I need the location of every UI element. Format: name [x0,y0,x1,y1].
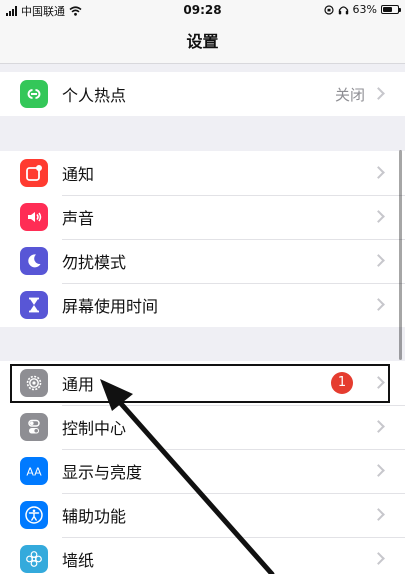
settings-row-label: 个人热点 [62,86,127,105]
chevron-right-icon [372,508,385,521]
settings-row-accessibility[interactable]: 辅助功能 [0,493,405,537]
settings-row-sounds[interactable]: 声音 [0,195,405,239]
chevron-right-icon [372,254,385,267]
settings-row-label: 辅助功能 [62,507,127,526]
chevron-right-icon [372,166,385,179]
chevron-right-icon [372,464,385,477]
settings-group-device: 通用 1 控制中心 AA 显示与亮度 辅助功能 墙纸 [0,361,405,581]
settings-group-network: 个人热点 关闭 [0,72,405,116]
hourglass-icon [20,291,48,319]
settings-row-label: 屏幕使用时间 [62,297,159,316]
settings-row-hotspot[interactable]: 个人热点 关闭 [0,72,405,116]
settings-row-display-brightness[interactable]: AA 显示与亮度 [0,449,405,493]
settings-row-label: 勿扰模式 [62,253,127,272]
settings-row-control-center[interactable]: 控制中心 [0,405,405,449]
settings-row-label: 显示与亮度 [62,463,143,482]
sounds-icon [20,203,48,231]
settings-row-general[interactable]: 通用 1 [0,361,405,405]
chevron-right-icon [372,87,385,100]
hotspot-icon [20,80,48,108]
status-bar: 中国联通 09:28 63% [0,0,405,20]
status-right: 63% [323,3,401,16]
headphones-icon [338,5,348,14]
orientation-lock-icon [323,4,334,15]
hotspot-status-value: 关闭 [334,85,365,104]
chevron-right-icon [372,298,385,311]
settings-row-notifications[interactable]: 通知 [0,151,405,195]
settings-row-label: 通用 [62,375,95,394]
chevron-right-icon [372,552,385,565]
accessibility-icon [20,501,48,529]
chevron-right-icon [372,420,385,433]
svg-text:AA: AA [26,466,42,479]
switches-icon [20,413,48,441]
nav-bar: 设置 [0,20,405,64]
notifications-icon [20,159,48,187]
settings-row-label: 控制中心 [62,419,127,438]
chevron-right-icon [372,210,385,223]
settings-row-label: 墙纸 [62,551,95,570]
display-icon: AA [20,457,48,485]
wallpaper-icon [20,545,48,573]
battery-percent: 63% [352,3,377,16]
scrollbar[interactable] [399,150,402,360]
gear-icon [20,369,48,397]
settings-row-wallpaper[interactable]: 墙纸 [0,537,405,581]
update-badge: 1 [331,372,353,394]
battery-icon [381,5,401,14]
settings-row-label: 声音 [62,209,95,228]
battery-level-fill [383,7,392,12]
settings-row-screen-time[interactable]: 屏幕使用时间 [0,283,405,327]
settings-row-label: 通知 [62,165,95,184]
moon-icon [20,247,48,275]
settings-row-do-not-disturb[interactable]: 勿扰模式 [0,239,405,283]
page-title: 设置 [186,32,219,51]
settings-group-alerts: 通知 声音 勿扰模式 屏幕使用时间 [0,151,405,327]
chevron-right-icon [372,376,385,389]
